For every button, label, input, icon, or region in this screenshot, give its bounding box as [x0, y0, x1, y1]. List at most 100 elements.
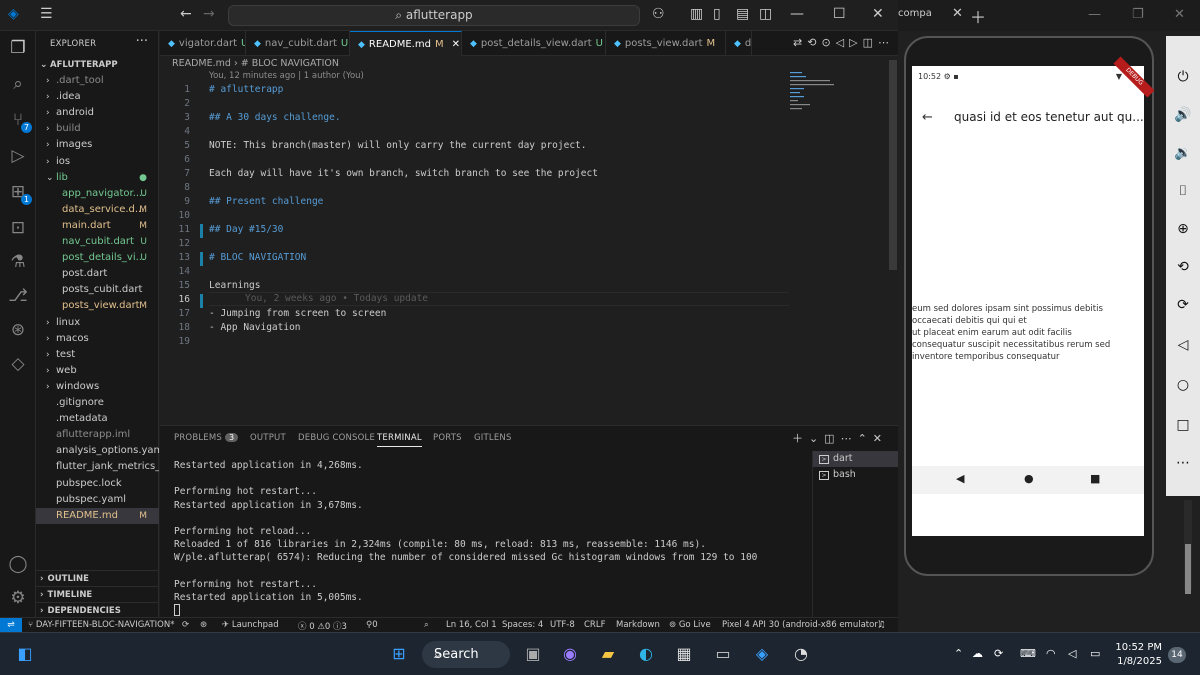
panel-tab[interactable]: TERMINAL	[377, 433, 422, 447]
tree-item[interactable]: post_details_vi... U	[36, 250, 159, 266]
account-icon[interactable]: ◯	[7, 553, 29, 575]
toggle-sidebar-icon[interactable]: ▯	[713, 6, 721, 22]
tree-item[interactable]: pubspec.yaml	[36, 492, 159, 508]
remote-explorer-icon[interactable]: ⊡	[7, 217, 29, 239]
back-arrow-icon[interactable]: ←	[180, 6, 192, 22]
flutter-device[interactable]: Pixel 4 API 30 (android-x86 emulator)	[722, 620, 881, 630]
volume-icon[interactable]: ◁	[1068, 647, 1076, 660]
tree-item[interactable]: › test	[36, 347, 159, 363]
start-icon[interactable]: ⊞	[388, 643, 410, 665]
new-tab-icon[interactable]: ＋	[970, 4, 986, 28]
workspace-root[interactable]: ⌄ AFLUTTERAPP	[36, 57, 159, 73]
terminal-dropdown-icon[interactable]: ⌄	[809, 432, 824, 445]
notifications-badge[interactable]: 14	[1168, 647, 1186, 663]
ports-indicator[interactable]: ⚲0	[366, 620, 378, 630]
editor-tab[interactable]: ◆ post_details_view.dart U	[462, 31, 606, 56]
close-icon[interactable]: ✕	[872, 6, 884, 22]
sync-status-icon[interactable]: ⟳	[994, 647, 1003, 660]
tree-item[interactable]: › android	[36, 105, 159, 121]
editor-scrollbar[interactable]	[889, 60, 897, 270]
tree-item[interactable]: › web	[36, 363, 159, 379]
settings-gear-icon[interactable]: ⚙	[7, 587, 29, 609]
power-icon[interactable]: ⏻	[1174, 68, 1192, 86]
tree-item[interactable]: posts_cubit.dart	[36, 282, 159, 298]
editor-tab[interactable]: ◆da	[726, 31, 752, 56]
restore-icon[interactable]: ❐	[1132, 7, 1144, 22]
tree-item[interactable]: › .dart_tool	[36, 73, 159, 89]
keyboard-icon[interactable]: ⌨	[1020, 647, 1036, 660]
task-view-icon[interactable]: ▣	[522, 643, 544, 665]
file-explorer-icon[interactable]: ▰	[597, 643, 619, 665]
wifi-icon[interactable]: ◠	[1046, 647, 1056, 660]
tree-item[interactable]: › ios	[36, 154, 159, 170]
rotate-right-icon[interactable]: ⟳	[1174, 296, 1192, 314]
compare-icon[interactable]: ⇄	[793, 36, 807, 49]
terminal-instance[interactable]: > dart	[813, 451, 898, 467]
copilot-icon[interactable]: ⚇	[652, 6, 665, 22]
panel-tab[interactable]: OUTPUT	[250, 433, 286, 443]
toggle-secondary-sidebar-icon[interactable]: ◫	[759, 6, 772, 22]
git-prev-icon[interactable]: ◁	[836, 36, 849, 49]
command-center-search[interactable]: ⌕ aflutterapp	[228, 5, 640, 26]
close-panel-icon[interactable]: ✕	[873, 432, 888, 445]
volume-down-icon[interactable]: 🔉	[1174, 144, 1192, 162]
git-next-icon[interactable]: ▷	[849, 36, 862, 49]
editor-tab[interactable]: ◆ nav_cubit.dart U	[246, 31, 350, 56]
run-debug-icon[interactable]: ▷	[7, 145, 29, 167]
editor-tab[interactable]: ◆vigator.dartU	[160, 31, 246, 56]
tree-item[interactable]: .gitignore	[36, 395, 159, 411]
split-terminal-icon[interactable]: ◫	[824, 432, 840, 445]
maximize-icon[interactable]: ☐	[833, 6, 846, 22]
more-icon[interactable]: ⋯	[1174, 454, 1192, 472]
toggle-panel-icon[interactable]: ▤	[736, 6, 749, 22]
go-live-button[interactable]: ⊚ Go Live	[669, 620, 711, 630]
tree-item[interactable]: aflutterapp.iml	[36, 427, 159, 443]
panel-tab[interactable]: PROBLEMS 3	[174, 433, 239, 443]
tree-item[interactable]: pubspec.lock	[36, 476, 159, 492]
source-control-icon[interactable]: ⑂ 7	[7, 109, 32, 133]
explorer-icon[interactable]: ❐	[7, 37, 29, 59]
code-editor[interactable]: 1 # aflutterapp 2 3 ## A 30 days challenge. 4…	[160, 60, 898, 425]
app-icon[interactable]: ◔	[790, 643, 812, 665]
more-icon[interactable]: ⋯	[841, 432, 858, 445]
extensions-icon[interactable]: ⊞ 1	[7, 181, 32, 205]
taskbar-search[interactable]: ⌕ Search	[422, 641, 510, 668]
minimize-icon[interactable]: —	[790, 6, 804, 22]
remote-indicator-icon[interactable]: ⇌	[0, 618, 22, 633]
panel-tab[interactable]: GITLENS	[474, 433, 512, 443]
notifications-bell-icon[interactable]: ♫	[878, 620, 886, 630]
nav-back-icon[interactable]: ◀	[956, 472, 964, 485]
volume-up-icon[interactable]: 🔊	[1174, 106, 1192, 124]
tree-item[interactable]: data_service.d... M	[36, 202, 159, 218]
tab-close-icon[interactable]: ✕	[452, 39, 460, 50]
section-outline[interactable]: › OUTLINE	[36, 570, 159, 586]
tree-item[interactable]: .metadata	[36, 411, 159, 427]
tree-item[interactable]: README.md M	[36, 507, 159, 524]
minimap[interactable]	[790, 70, 850, 130]
tree-item[interactable]: › macos	[36, 331, 159, 347]
tree-item[interactable]: app_navigator.... U	[36, 186, 159, 202]
launchpad-button[interactable]: ✈ Launchpad	[222, 620, 279, 630]
search-icon[interactable]: ⌕	[7, 73, 29, 95]
tree-item[interactable]: › linux	[36, 315, 159, 331]
onedrive-icon[interactable]: ☁	[972, 647, 983, 660]
editor-tab[interactable]: ◆ README.md M ✕	[350, 31, 462, 56]
menu-icon[interactable]: ☰	[40, 6, 53, 22]
terminal-instance[interactable]: > bash	[813, 467, 898, 483]
section-dependencies[interactable]: › DEPENDENCIES	[36, 602, 159, 618]
emulator-scrollbar[interactable]	[1184, 500, 1192, 594]
breadcrumb[interactable]: README.md › # BLOC NAVIGATION	[160, 56, 898, 72]
maximize-panel-icon[interactable]: ⌃	[858, 432, 873, 445]
cursor-position[interactable]: Ln 16, Col 1	[446, 620, 497, 630]
clock[interactable]: 10:52 PM 1/8/2025	[1110, 641, 1162, 669]
sync-icon[interactable]: ⟳	[182, 620, 189, 630]
editor-tab[interactable]: ◆ posts_view.dart M	[606, 31, 726, 56]
testing-icon[interactable]: ⚗	[7, 251, 29, 273]
tree-item[interactable]: nav_cubit.dart U	[36, 234, 159, 250]
tree-item[interactable]: posts_view.dart M	[36, 298, 159, 314]
tree-item[interactable]: › build	[36, 121, 159, 137]
vscode-taskbar-icon[interactable]: ◈	[751, 643, 773, 665]
back-icon[interactable]: ◁	[1174, 336, 1192, 354]
zoom-in-icon[interactable]: ⊕	[1174, 220, 1192, 238]
edge-icon[interactable]: ◐	[635, 643, 657, 665]
